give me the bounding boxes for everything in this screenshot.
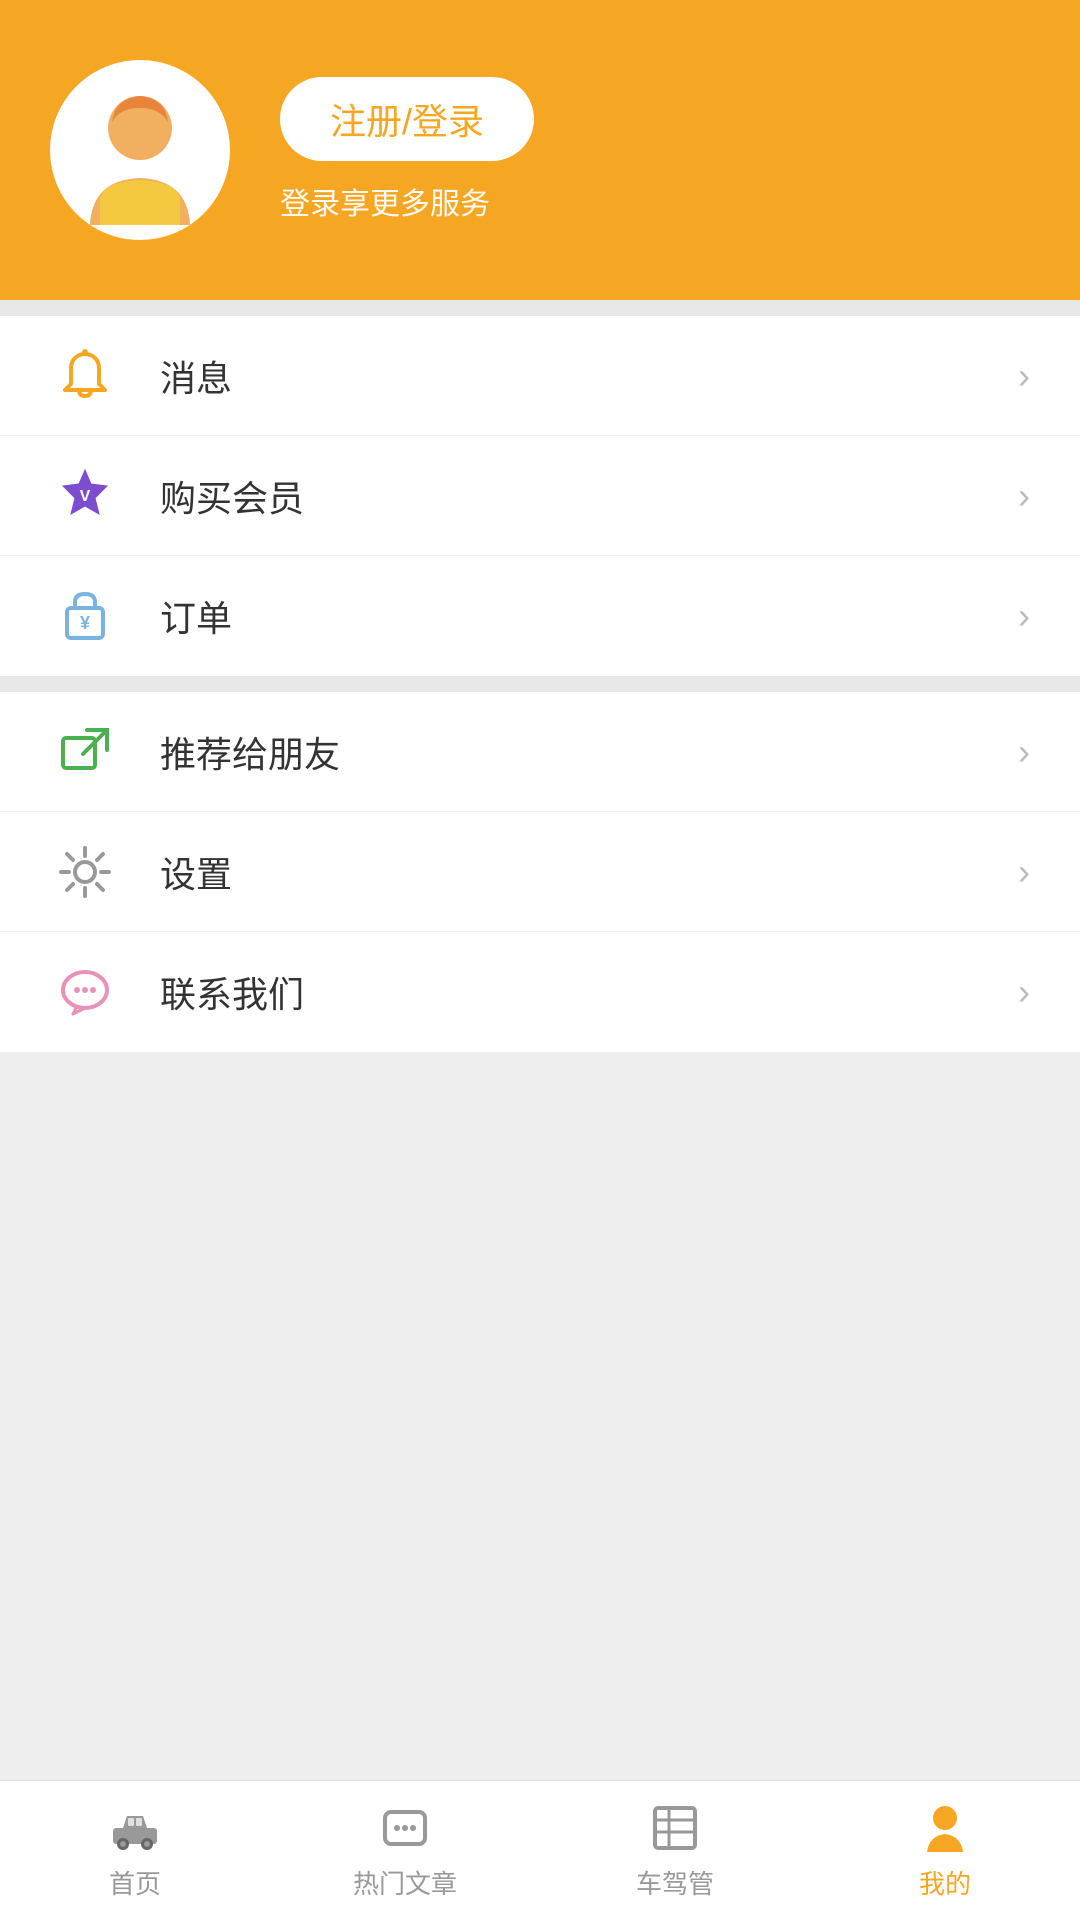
header-info: 注册/登录 登录享更多服务: [280, 77, 534, 223]
recommend-label: 推荐给朋友: [160, 726, 1018, 778]
content-area: [0, 1052, 1080, 1780]
contact-arrow: ›: [1018, 971, 1030, 1013]
login-button[interactable]: 注册/登录: [280, 77, 534, 161]
mine-icon: [917, 1800, 973, 1856]
nav-item-articles[interactable]: 热门文章: [270, 1781, 540, 1920]
bottom-nav: 首页 热门文章 车驾管: [0, 1780, 1080, 1920]
settings-icon: [50, 837, 120, 907]
orders-arrow: ›: [1018, 595, 1030, 637]
svg-text:¥: ¥: [80, 613, 90, 633]
nav-item-driving[interactable]: 车驾管: [540, 1781, 810, 1920]
login-subtitle: 登录享更多服务: [280, 179, 534, 223]
contact-icon: [50, 957, 120, 1027]
messages-arrow: ›: [1018, 355, 1030, 397]
nav-home-label: 首页: [109, 1864, 161, 1901]
menu-item-messages[interactable]: 消息 ›: [0, 316, 1080, 436]
bell-icon: [50, 341, 120, 411]
menu-group-1: 消息 › V 购买会员 › ¥ 订单 ›: [0, 316, 1080, 676]
nav-driving-label: 车驾管: [636, 1864, 714, 1901]
menu-item-settings[interactable]: 设置 ›: [0, 812, 1080, 932]
vip-label: 购买会员: [160, 470, 1018, 522]
avatar: [50, 60, 230, 240]
section-divider-1: [0, 300, 1080, 316]
vip-icon: V: [50, 461, 120, 531]
nav-item-home[interactable]: 首页: [0, 1781, 270, 1920]
menu-item-orders[interactable]: ¥ 订单 ›: [0, 556, 1080, 676]
svg-text:V: V: [80, 488, 91, 505]
menu-item-vip[interactable]: V 购买会员 ›: [0, 436, 1080, 556]
share-icon: [50, 717, 120, 787]
profile-header: 注册/登录 登录享更多服务: [0, 0, 1080, 300]
messages-label: 消息: [160, 350, 1018, 402]
articles-icon: [377, 1800, 433, 1856]
recommend-arrow: ›: [1018, 731, 1030, 773]
menu-item-contact[interactable]: 联系我们 ›: [0, 932, 1080, 1052]
home-car-icon: [107, 1800, 163, 1856]
settings-arrow: ›: [1018, 851, 1030, 893]
contact-label: 联系我们: [160, 966, 1018, 1018]
nav-item-mine[interactable]: 我的: [810, 1781, 1080, 1920]
orders-label: 订单: [160, 590, 1018, 642]
order-icon: ¥: [50, 581, 120, 651]
settings-label: 设置: [160, 846, 1018, 898]
menu-group-2: 推荐给朋友 › 设置 ›: [0, 692, 1080, 1052]
menu-item-recommend[interactable]: 推荐给朋友 ›: [0, 692, 1080, 812]
vip-arrow: ›: [1018, 475, 1030, 517]
driving-icon: [647, 1800, 703, 1856]
nav-articles-label: 热门文章: [353, 1864, 457, 1901]
nav-mine-label: 我的: [919, 1864, 971, 1901]
section-divider-2: [0, 676, 1080, 692]
